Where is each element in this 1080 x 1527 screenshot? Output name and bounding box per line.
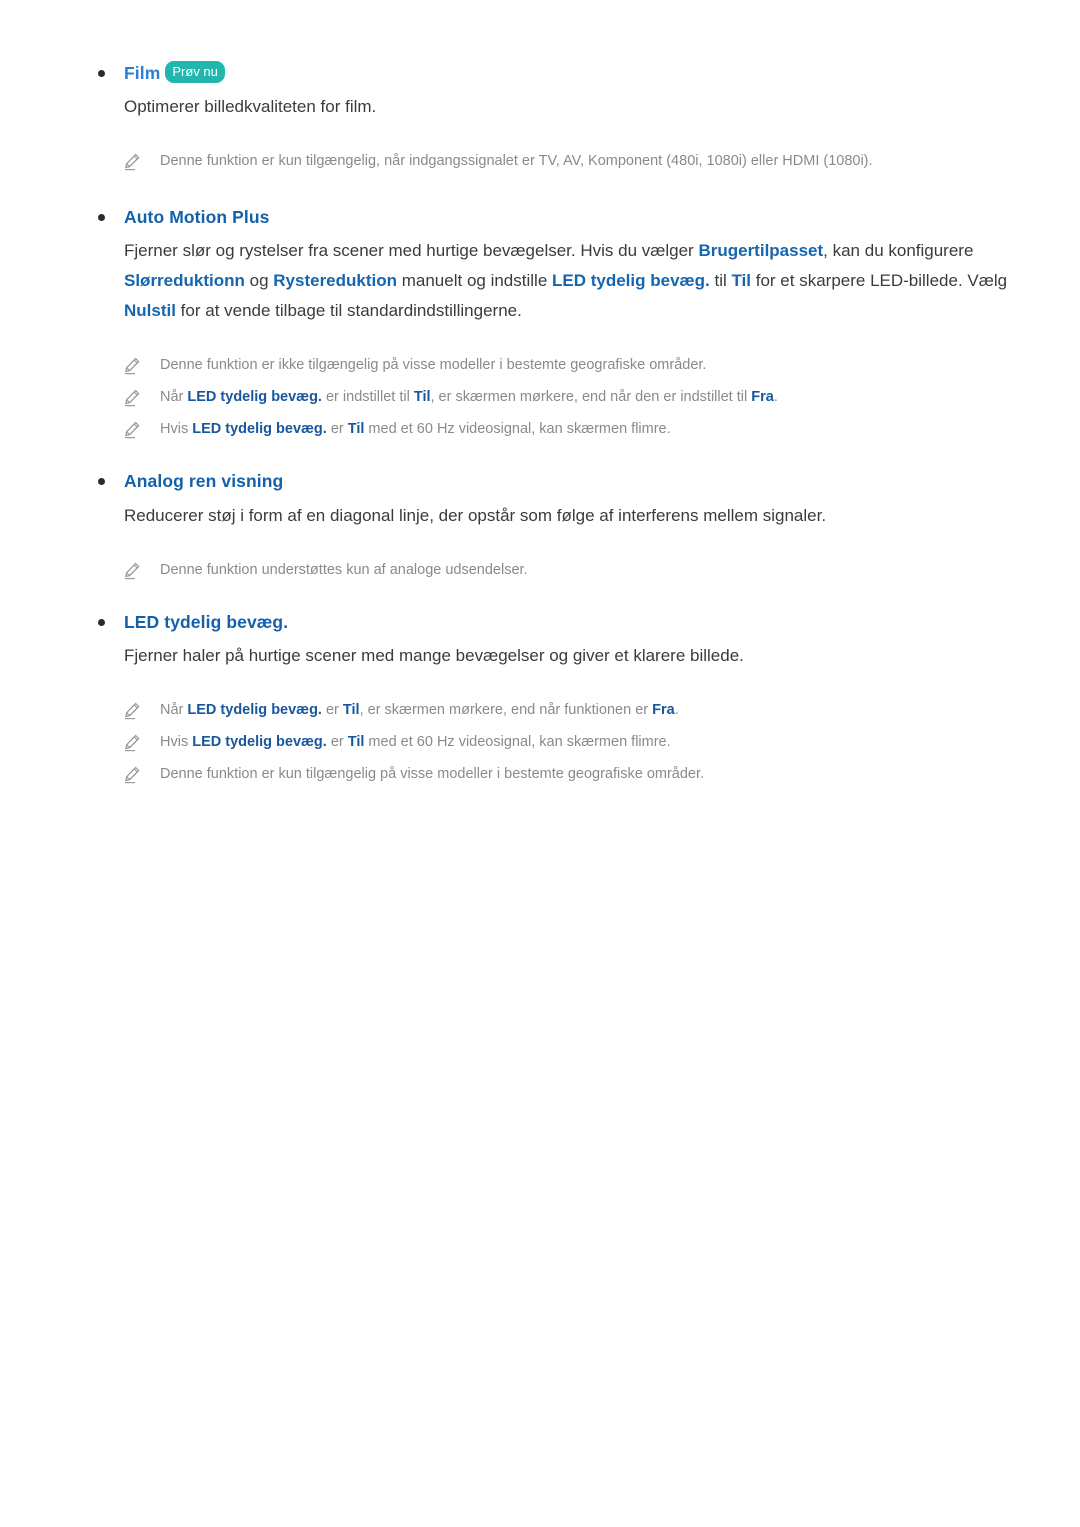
term-til: Til [413, 389, 431, 406]
note-row: Denne funktion er kun tilgængelig på vis… [90, 763, 1040, 785]
term-til: Til [342, 701, 360, 718]
term-slorreduktionn: Slørreduktionn [124, 271, 245, 291]
term-brugertilpasset: Brugertilpasset [698, 241, 824, 261]
term-fra: Fra [751, 389, 774, 406]
section-heading-film: Film [124, 63, 161, 83]
bullet-dot-icon [98, 478, 105, 486]
section-heading-auto-motion-plus: Auto Motion Plus [124, 207, 270, 228]
note-text: er [321, 701, 343, 718]
section-led-tydelig-bevaeg: LED tydelig bevæg. Fjerner haler på hurt… [90, 609, 1040, 785]
body-text: manuelt og indstille [397, 271, 552, 291]
bullet-dot-icon [98, 214, 105, 222]
body-text: Reducerer støj i form af en diagonal lin… [124, 505, 827, 525]
note-text: med et 60 Hz videosignal, kan skærmen fl… [364, 421, 671, 438]
pencil-icon [122, 765, 142, 785]
term-led-tydelig-bevaeg: LED tydelig bevæg. [552, 271, 710, 291]
bullet-dot-icon [98, 70, 105, 77]
heading-row-film: Film Prøv nu [90, 60, 1040, 86]
note-text: er indstillet til [321, 389, 414, 406]
bullet-dot-icon [98, 618, 105, 626]
note-row: Denne funktion er kun tilgængelig, når i… [90, 150, 1040, 172]
note-row: Når LED tydelig bevæg. er Til, er skærme… [90, 699, 1040, 721]
note-text: Hvis [160, 421, 193, 438]
pencil-icon [122, 561, 142, 581]
body-paragraph-film: Optimerer billedkvaliteten for film. [90, 92, 1040, 122]
section-film: Film Prøv nu Optimerer billedkvaliteten f… [90, 60, 1040, 172]
body-paragraph-analog-ren-visning: Reducerer støj i form af en diagonal lin… [90, 501, 1040, 531]
document-page: Film Prøv nu Optimerer billedkvaliteten f… [0, 0, 1080, 1527]
body-text: Fjerner slør og rystelser fra scener med… [124, 241, 699, 261]
note-text: Denne funktion understøttes kun af analo… [160, 561, 528, 578]
term-led-tydelig-bevaeg: LED tydelig bevæg. [187, 701, 322, 718]
pencil-icon [122, 420, 142, 440]
note-text: med et 60 Hz videosignal, kan skærmen fl… [364, 733, 671, 750]
pencil-icon [122, 733, 142, 753]
term-led-tydelig-bevaeg: LED tydelig bevæg. [192, 733, 327, 750]
note-text: Hvis [160, 733, 193, 750]
note-text: . [674, 701, 679, 718]
section-auto-motion-plus: Auto Motion Plus Fjerner slør og rystels… [90, 204, 1040, 440]
body-paragraph-auto-motion-plus: Fjerner slør og rystelser fra scener med… [90, 236, 1040, 326]
note-row: Denne funktion er ikke tilgængelig på vi… [90, 354, 1040, 376]
heading-row-led-tydelig-bevaeg: LED tydelig bevæg. [90, 609, 1040, 635]
term-til: Til [347, 421, 365, 438]
pencil-icon [122, 356, 142, 376]
note-text: Når [160, 389, 188, 406]
note-row: Når LED tydelig bevæg. er indstillet til… [90, 386, 1040, 408]
term-til: Til [731, 271, 752, 291]
heading-row-analog-ren-visning: Analog ren visning [90, 468, 1040, 494]
body-paragraph-led-tydelig-bevaeg: Fjerner haler på hurtige scener med mang… [90, 641, 1040, 671]
note-row: Denne funktion understøttes kun af analo… [90, 559, 1040, 581]
note-text: er [326, 733, 348, 750]
note-text: . [773, 389, 778, 406]
note-text: , er skærmen mørkere, end når funktionen… [359, 701, 653, 718]
body-text: for at vende tilbage til standardindstil… [175, 301, 522, 321]
body-text: Optimerer billedkvaliteten for film. [124, 97, 377, 117]
term-led-tydelig-bevaeg: LED tydelig bevæg. [187, 389, 322, 406]
note-text: Denne funktion er kun tilgængelig på vis… [160, 765, 705, 782]
body-text: Fjerner haler på hurtige scener med mang… [124, 645, 744, 665]
body-text: til [709, 271, 732, 291]
pencil-icon [122, 152, 142, 172]
term-fra: Fra [652, 701, 675, 718]
pencil-icon [122, 388, 142, 408]
term-til: Til [347, 733, 365, 750]
section-heading-analog-ren-visning: Analog ren visning [124, 471, 284, 492]
note-text: Denne funktion er ikke tilgængelig på vi… [160, 357, 707, 374]
body-text: , kan du konfigurere [823, 241, 974, 261]
section-analog-ren-visning: Analog ren visning Reducerer støj i form… [90, 468, 1040, 580]
heading-row-auto-motion-plus: Auto Motion Plus [90, 204, 1040, 230]
term-rystereduktion: Rystereduktion [273, 271, 398, 291]
body-text: og [244, 271, 274, 291]
note-text: er [326, 421, 348, 438]
try-now-badge-film[interactable]: Prøv nu [165, 61, 225, 83]
section-heading-led-tydelig-bevaeg: LED tydelig bevæg. [124, 611, 289, 632]
note-text: , er skærmen mørkere, end når den er ind… [430, 389, 752, 406]
note-text: Når [160, 701, 188, 718]
term-led-tydelig-bevaeg: LED tydelig bevæg. [192, 421, 327, 438]
note-row: Hvis LED tydelig bevæg. er Til med et 60… [90, 731, 1040, 753]
note-row: Hvis LED tydelig bevæg. er Til med et 60… [90, 418, 1040, 440]
term-nulstil: Nulstil [124, 301, 176, 321]
body-text: for et skarpere LED-billede. Vælg [751, 271, 1008, 291]
note-text: Denne funktion er kun tilgængelig, når i… [160, 153, 873, 170]
pencil-icon [122, 701, 142, 721]
